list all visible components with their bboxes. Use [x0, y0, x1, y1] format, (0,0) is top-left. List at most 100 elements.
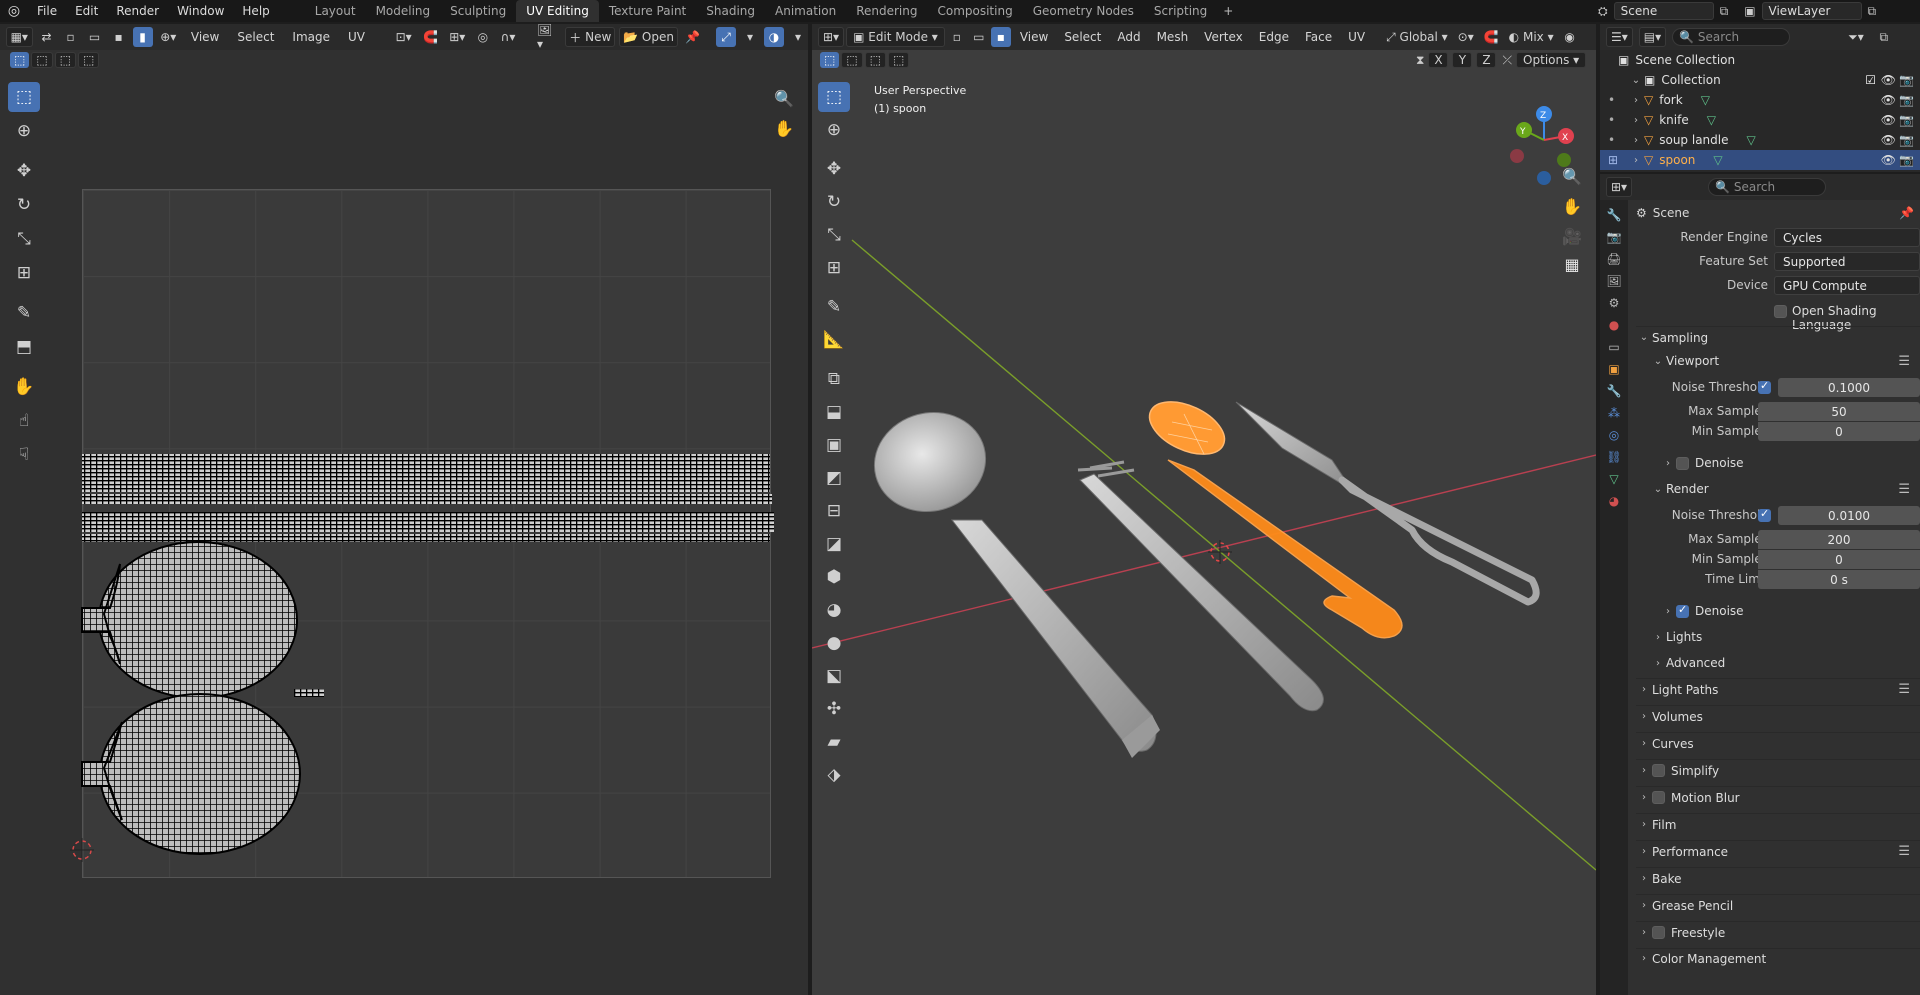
- shading-mix-selector[interactable]: ◐ Mix ▾: [1505, 27, 1558, 47]
- new-collection-icon[interactable]: ⧉: [1874, 27, 1894, 47]
- mode-selector[interactable]: ▣ Edit Mode ▾: [846, 27, 945, 47]
- render-engine-dropdown[interactable]: Cycles: [1774, 228, 1920, 247]
- scene-selector[interactable]: Scene: [1613, 2, 1714, 20]
- vp-menu-view[interactable]: View: [1013, 30, 1055, 44]
- output-tab-icon[interactable]: 🖨: [1606, 252, 1621, 266]
- scene-copy-icon[interactable]: ⧉: [1720, 4, 1729, 19]
- collection-row[interactable]: ⌄ ▣ Collection ☑ 👁 📷: [1600, 70, 1920, 90]
- menu-file[interactable]: File: [28, 0, 66, 22]
- vp-noise-threshold-checkbox[interactable]: [1758, 379, 1771, 394]
- scene-icon[interactable]: ⛭: [1598, 4, 1608, 19]
- outliner-item-knife[interactable]: • › ▽ knife ▽ 👁 📷: [1600, 110, 1920, 130]
- tab-scripting[interactable]: Scripting: [1144, 0, 1217, 22]
- gizmo-neg-x-icon[interactable]: [1510, 149, 1524, 163]
- performance-panel-header[interactable]: › Performance ☰: [1636, 840, 1920, 862]
- tab-texture-paint[interactable]: Texture Paint: [599, 0, 696, 22]
- render-tab-icon[interactable]: 📷: [1607, 230, 1622, 244]
- view-layer-selector[interactable]: ViewLayer: [1761, 2, 1862, 20]
- soup-ladle-mesh[interactable]: [863, 400, 1160, 758]
- tab-shading[interactable]: Shading: [696, 0, 765, 22]
- vp-menu-face[interactable]: Face: [1298, 30, 1339, 44]
- vp-ortho-icon[interactable]: ▦: [1560, 252, 1584, 276]
- display-mode-icon[interactable]: ▤▾: [1638, 27, 1667, 47]
- fork-chevron-icon[interactable]: ›: [1628, 95, 1644, 106]
- collection-chevron-icon[interactable]: ⌄: [1628, 75, 1644, 86]
- tab-animation[interactable]: Animation: [765, 0, 846, 22]
- smooth-icon[interactable]: ●: [818, 628, 850, 658]
- advanced-subpanel-header[interactable]: › Advanced: [1650, 652, 1920, 674]
- vp-pan-icon[interactable]: ✋: [1560, 194, 1584, 218]
- rip-region-icon[interactable]: ⬗: [818, 760, 850, 790]
- vp-menu-uv[interactable]: UV: [1341, 30, 1372, 44]
- vp-proportional-icon[interactable]: ◉: [1560, 27, 1580, 47]
- vp-menu-add[interactable]: Add: [1110, 30, 1147, 44]
- vp-cursor-icon[interactable]: ⊕: [818, 115, 850, 145]
- film-panel-header[interactable]: › Film: [1636, 813, 1920, 835]
- tool-tab-icon[interactable]: 🔧: [1607, 208, 1622, 222]
- knife-tool-icon[interactable]: ◪: [818, 529, 850, 559]
- knife-chevron-icon[interactable]: ›: [1628, 115, 1644, 126]
- modifier-tab-icon[interactable]: 🔧: [1607, 384, 1622, 398]
- motion-blur-checkbox[interactable]: [1652, 791, 1665, 804]
- viewport-editor-type-icon[interactable]: ⊞▾: [818, 27, 845, 47]
- tab-compositing[interactable]: Compositing: [927, 0, 1022, 22]
- r-denoise-subpanel-header[interactable]: › Denoise: [1660, 600, 1920, 622]
- vertex-select-icon[interactable]: ▫: [947, 27, 967, 47]
- menu-edit[interactable]: Edit: [66, 0, 107, 22]
- tab-sculpting[interactable]: Sculpting: [440, 0, 516, 22]
- knife-visibility-icon[interactable]: 👁: [1881, 113, 1896, 127]
- gizmo-neg-z-icon[interactable]: [1537, 171, 1551, 185]
- collection-exclude-checkbox[interactable]: ☑: [1865, 73, 1876, 87]
- view-layer-tab-icon[interactable]: 🖼: [1606, 274, 1621, 288]
- vp-menu-select[interactable]: Select: [1057, 30, 1108, 44]
- menu-render[interactable]: Render: [107, 0, 168, 22]
- volumes-panel-header[interactable]: › Volumes: [1636, 705, 1920, 727]
- loop-cut-icon[interactable]: ⊟: [818, 496, 850, 526]
- motion-blur-panel-header[interactable]: › Motion Blur: [1636, 786, 1920, 808]
- tab-uv-editing[interactable]: UV Editing: [516, 0, 599, 22]
- extrude-icon[interactable]: ⬓: [818, 397, 850, 427]
- curves-panel-header[interactable]: › Curves: [1636, 732, 1920, 754]
- grease-pencil-panel-header[interactable]: › Grease Pencil: [1636, 894, 1920, 916]
- light-paths-panel-header[interactable]: › Light Paths ☰: [1636, 678, 1920, 700]
- outliner-item-soup-landle[interactable]: • › ▽ soup landle ▽ 👁 📷: [1600, 130, 1920, 150]
- vp-menu-mesh[interactable]: Mesh: [1150, 30, 1196, 44]
- outliner-item-fork[interactable]: • › ▽ fork ▽ 👁 📷: [1600, 90, 1920, 110]
- color-management-panel-header[interactable]: › Color Management: [1636, 948, 1920, 968]
- outliner-search-input[interactable]: 🔍 Search: [1672, 28, 1791, 46]
- r-noise-threshold-field[interactable]: 0.0100: [1778, 506, 1920, 525]
- simplify-checkbox[interactable]: [1652, 764, 1665, 777]
- spoon-visibility-icon[interactable]: 👁: [1881, 153, 1896, 167]
- spoon-render-icon[interactable]: 📷: [1899, 153, 1914, 167]
- filter-icon[interactable]: ⏷▾: [1844, 27, 1868, 47]
- menu-window[interactable]: Window: [168, 0, 233, 22]
- edge-select-icon[interactable]: ▭: [969, 27, 989, 47]
- vp-measure-icon[interactable]: 📐: [818, 325, 850, 355]
- constraints-tab-icon[interactable]: ⛓: [1606, 450, 1621, 464]
- collection-visibility-icon[interactable]: 👁: [1881, 73, 1896, 87]
- osl-checkbox[interactable]: [1774, 305, 1787, 318]
- blender-logo-icon[interactable]: ◎: [0, 3, 28, 19]
- shear-icon[interactable]: ▰: [818, 727, 850, 757]
- vp-scale-icon[interactable]: ⤡: [818, 220, 850, 250]
- spin-icon[interactable]: ◕: [818, 595, 850, 625]
- knife-data-icon[interactable]: ▽: [1707, 113, 1716, 127]
- r-time-limit-field[interactable]: 0 s: [1758, 570, 1920, 589]
- freestyle-panel-header[interactable]: › Freestyle: [1636, 921, 1920, 943]
- fork-data-icon[interactable]: ▽: [1701, 93, 1710, 107]
- tab-rendering[interactable]: Rendering: [846, 0, 927, 22]
- material-tab-icon[interactable]: ◕: [1609, 494, 1619, 508]
- light-paths-presets-icon[interactable]: ☰: [1898, 682, 1910, 697]
- vp-min-samples-field[interactable]: 0: [1758, 422, 1920, 441]
- particles-tab-icon[interactable]: ⁂: [1608, 406, 1620, 420]
- render-presets-icon[interactable]: ☰: [1898, 482, 1910, 497]
- soup-landle-render-icon[interactable]: 📷: [1899, 133, 1914, 147]
- r-max-samples-field[interactable]: 200: [1758, 530, 1920, 549]
- soup-landle-visibility-icon[interactable]: 👁: [1881, 133, 1896, 147]
- spoon-data-icon[interactable]: ▽: [1713, 153, 1722, 167]
- uv-2d-cursor-icon[interactable]: [70, 838, 94, 862]
- edge-slide-icon[interactable]: ⬕: [818, 661, 850, 691]
- view-layer-icon[interactable]: ▣: [1744, 4, 1755, 18]
- tab-geometry-nodes[interactable]: Geometry Nodes: [1023, 0, 1144, 22]
- poly-build-icon[interactable]: ⬢: [818, 562, 850, 592]
